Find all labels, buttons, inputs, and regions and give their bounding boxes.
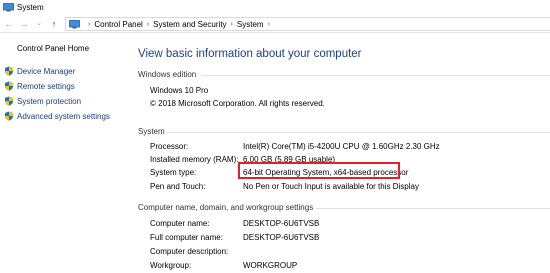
breadcrumb-control-panel[interactable]: Control Panel — [94, 19, 142, 30]
chevron-right-icon: › — [88, 21, 91, 28]
copyright-text: © 2018 Microsoft Corporation. All rights… — [150, 99, 325, 108]
processor-value: Intel(R) Core(TM) i5-4200U CPU @ 1.60GHz… — [243, 142, 440, 151]
sidebar-item-label: Advanced system settings — [17, 111, 110, 121]
breadcrumb-system-and-security[interactable]: System and Security — [153, 19, 226, 30]
sidebar-item-label: System protection — [17, 96, 82, 106]
shield-icon — [5, 66, 13, 76]
main-content: View basic information about your comput… — [138, 34, 550, 273]
windows-edition-name: Windows 10 Pro — [150, 86, 209, 95]
breadcrumb: › Control Panel › System and Security › … — [84, 19, 274, 30]
computer-name-label: Computer name: — [150, 219, 210, 228]
recent-locations-icon[interactable]: ⌄ — [33, 18, 45, 30]
section-divider — [201, 75, 550, 76]
sidebar-item-remote-settings[interactable]: Remote settings — [4, 81, 75, 91]
forward-arrow-icon[interactable]: → — [18, 18, 30, 30]
windows-edition-section-title: Windows edition — [138, 70, 197, 79]
back-arrow-icon[interactable]: ← — [3, 18, 15, 30]
system-section-title: System — [138, 127, 165, 136]
sidebar-item-label: Remote settings — [17, 81, 75, 91]
highlight-box — [238, 162, 400, 179]
left-task-pane: Control Panel Home Device Manager Remote… — [0, 34, 130, 273]
section-divider — [166, 132, 550, 133]
workgroup-label: Workgroup: — [150, 261, 192, 270]
computer-description-label: Computer description: — [150, 247, 229, 256]
section-divider — [316, 208, 550, 209]
up-arrow-icon[interactable]: ↑ — [48, 18, 60, 30]
navigation-bar: ← → ⌄ ↑ › Control Panel › System and Sec… — [0, 16, 550, 33]
sidebar-item-label: Device Manager — [17, 66, 76, 76]
breadcrumb-system[interactable]: System — [237, 19, 264, 30]
control-panel-home-link[interactable]: Control Panel Home — [17, 44, 89, 53]
chevron-right-icon[interactable]: › — [268, 19, 270, 30]
window-title: System — [17, 3, 44, 12]
shield-icon — [5, 96, 13, 106]
shield-icon — [5, 111, 13, 121]
system-type-label: System type: — [150, 168, 197, 177]
shield-icon — [5, 81, 13, 91]
sidebar-item-system-protection[interactable]: System protection — [4, 96, 81, 106]
processor-label: Processor: — [150, 142, 189, 151]
full-computer-name-label: Full computer name: — [150, 233, 223, 242]
address-bar[interactable]: › Control Panel › System and Security › … — [65, 17, 550, 31]
computer-name-value: DESKTOP-6U6TVSB — [243, 219, 320, 228]
chevron-right-icon[interactable]: › — [231, 19, 233, 30]
pen-and-touch-value: No Pen or Touch Input is available for t… — [243, 182, 419, 191]
sidebar-item-advanced-system-settings[interactable]: Advanced system settings — [4, 111, 110, 121]
sidebar-item-device-manager[interactable]: Device Manager — [4, 66, 75, 76]
title-bar: System — [0, 0, 550, 16]
page-title: View basic information about your comput… — [138, 48, 362, 60]
computer-name-section-title: Computer name, domain, and workgroup set… — [138, 203, 314, 212]
system-app-icon — [3, 3, 14, 12]
full-computer-name-value: DESKTOP-6U6TVSB — [243, 233, 320, 242]
installed-memory-label: Installed memory (RAM): — [150, 155, 239, 164]
control-panel-icon — [69, 20, 80, 29]
chevron-right-icon[interactable]: › — [147, 19, 149, 30]
workgroup-value: WORKGROUP — [243, 261, 298, 270]
pen-and-touch-label: Pen and Touch: — [150, 182, 206, 191]
